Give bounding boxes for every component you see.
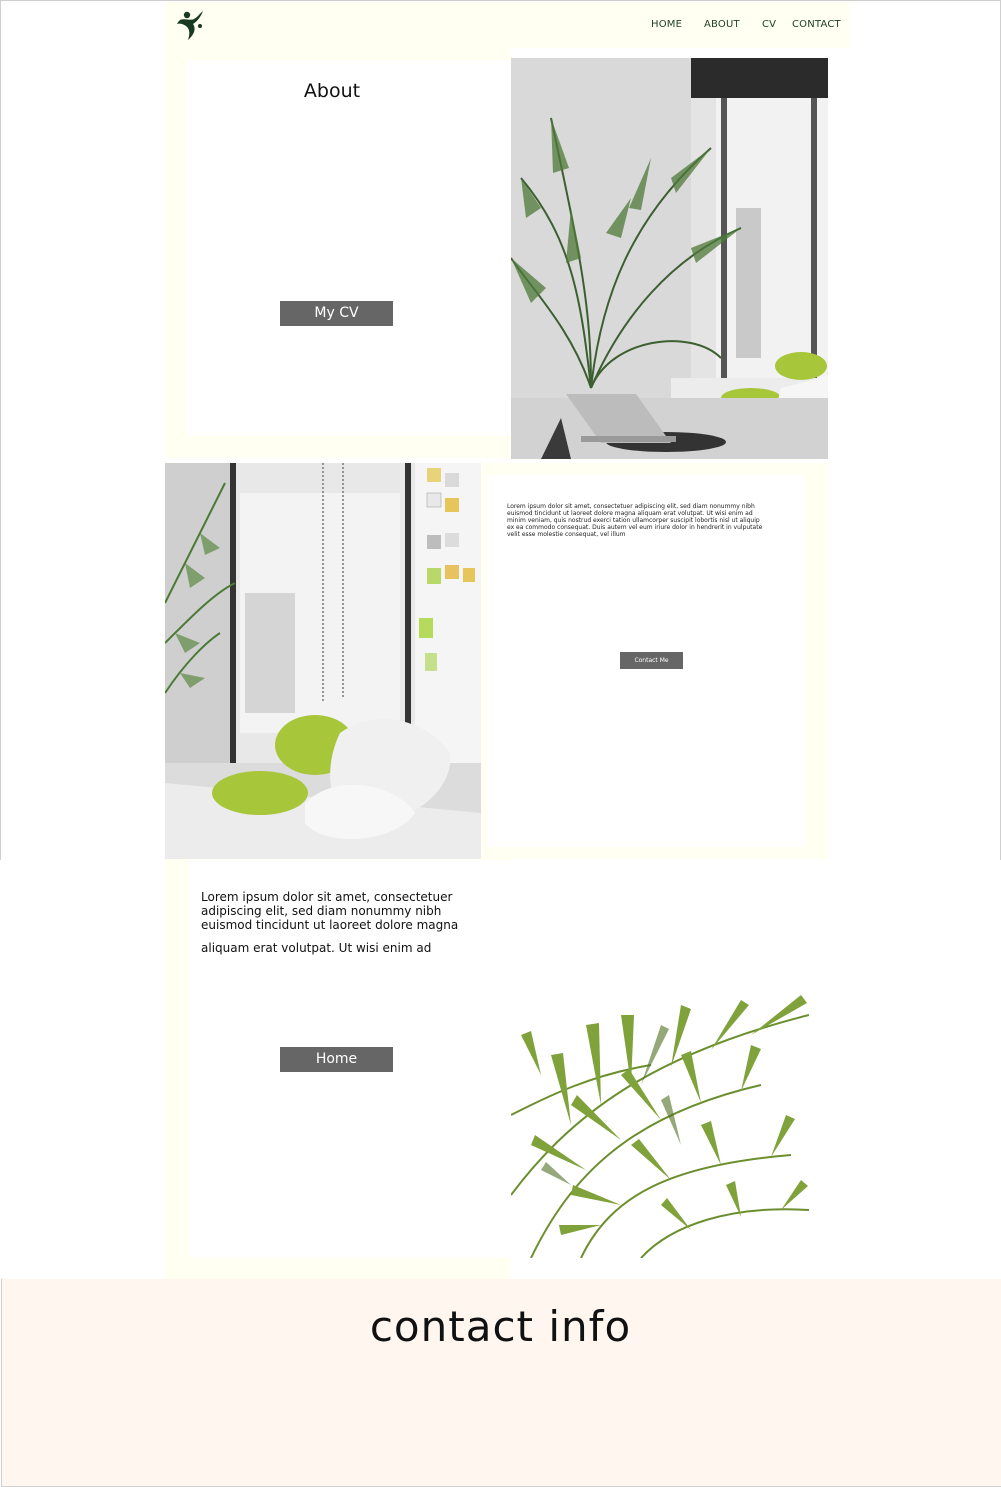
header-bar bbox=[165, 2, 849, 48]
nav-contact-link[interactable]: CONTACT bbox=[792, 19, 841, 30]
about-panel bbox=[187, 60, 511, 436]
footer-title: contact info bbox=[369, 1302, 632, 1351]
office-plant-photo bbox=[511, 58, 828, 459]
intro-paragraph: Lorem ipsum dolor sit amet, consectetuer… bbox=[507, 503, 763, 538]
nav-home-link[interactable]: HOME bbox=[651, 19, 682, 30]
contact-me-button[interactable]: Contact Me bbox=[620, 652, 683, 669]
logo-icon[interactable] bbox=[176, 8, 208, 42]
nav-about-link[interactable]: ABOUT bbox=[704, 19, 740, 30]
nav-cv-link[interactable]: CV bbox=[762, 19, 776, 30]
bottom-paragraph: Lorem ipsum dolor sit amet, consectetuer… bbox=[201, 890, 459, 932]
home-button[interactable]: Home bbox=[280, 1047, 393, 1072]
palm-leaves-photo bbox=[511, 995, 809, 1258]
my-cv-button[interactable]: My CV bbox=[280, 301, 393, 326]
window-seat-photo bbox=[165, 463, 481, 859]
about-title: About bbox=[303, 80, 361, 102]
bottom-paragraph-continued: aliquam erat volutpat. Ut wisi enim ad bbox=[201, 941, 432, 955]
